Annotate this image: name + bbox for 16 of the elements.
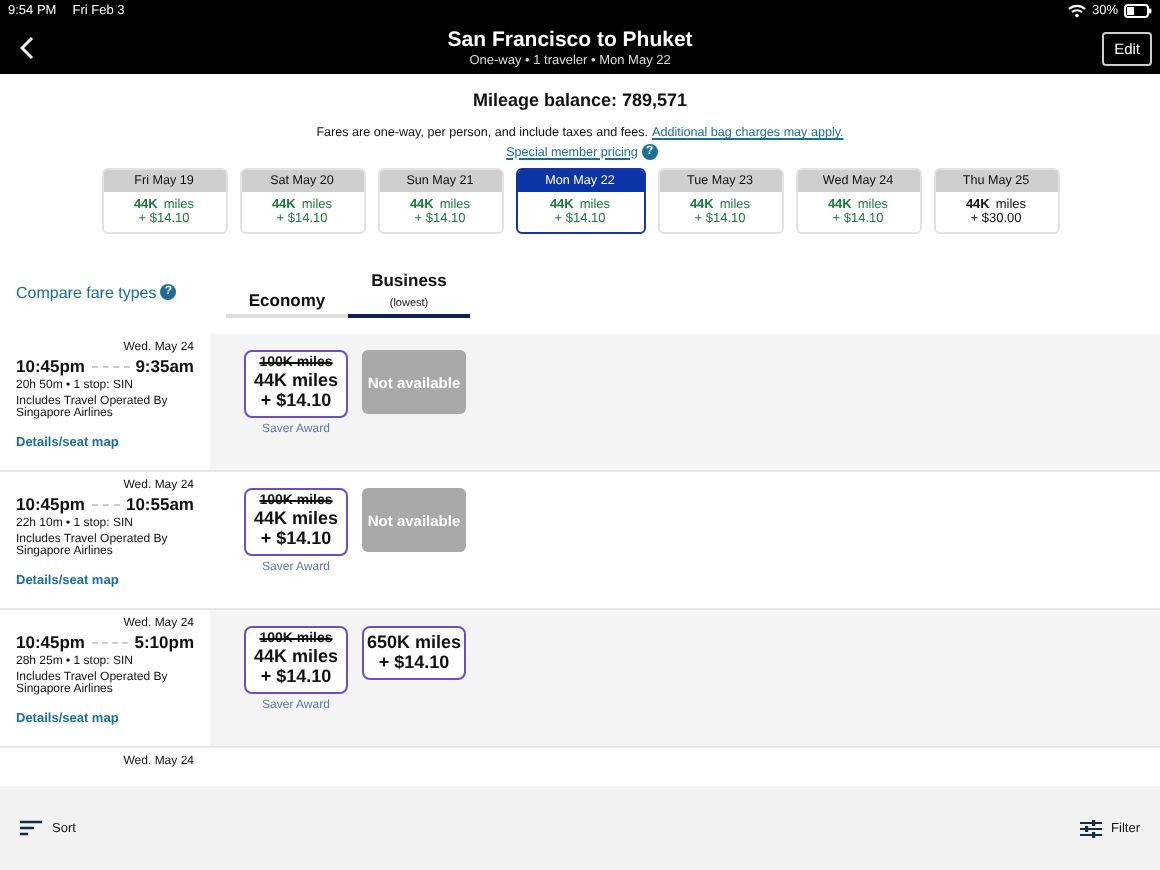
battery-icon [1124, 4, 1152, 18]
back-button[interactable] [16, 32, 38, 64]
compare-fare-types-link[interactable]: Compare fare types [16, 283, 157, 301]
fare-option[interactable]: 650K miles + $14.10 [362, 626, 466, 680]
arrival-time: 10:55am [125, 494, 194, 514]
page-title: San Francisco to Phuket [447, 28, 693, 52]
mileage-balance: Mileage balance: 789,571 [470, 90, 690, 110]
arrival-time: 5:10pm [134, 632, 194, 652]
sort-icon [20, 820, 42, 836]
wifi-icon [1067, 4, 1086, 18]
departure-time: 10:45pm [16, 356, 85, 376]
cabin-tab[interactable]: Economy [226, 270, 348, 318]
departure-time: 10:45pm [16, 494, 85, 514]
filter-icon [1079, 819, 1102, 837]
arrival-time: 9:35am [135, 356, 194, 376]
departure-time: 10:45pm [16, 632, 85, 652]
